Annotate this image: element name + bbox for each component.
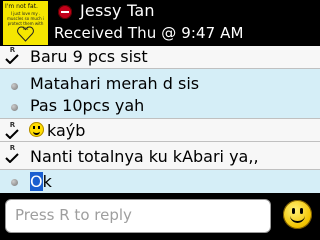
- received-timestamp: Received Thu @ 9:47 AM: [54, 24, 244, 42]
- read-status-icon: R: [9, 121, 16, 129]
- message-text: Ok: [30, 172, 52, 191]
- compose-bar: Press R to reply: [0, 193, 320, 240]
- smiley-mouth: [290, 215, 305, 223]
- message-row[interactable]: R Baru 9 pcs sist: [0, 46, 320, 69]
- message-text: Nanti totalnya ku kAbari ya,,: [30, 147, 259, 166]
- message-row[interactable]: Matahari merah d sis Pas 10pcs yah: [0, 69, 320, 119]
- message-text: Baru 9 pcs sist: [30, 47, 148, 66]
- delivered-check-icon: [5, 129, 19, 139]
- smiley-eye: [300, 208, 303, 214]
- received-bullet-icon: [11, 179, 18, 186]
- reply-placeholder: Press R to reply: [15, 206, 132, 224]
- read-status-icon: R: [9, 46, 16, 54]
- message-text: Matahari merah d sis: [30, 74, 200, 93]
- busy-status-icon: [58, 5, 72, 19]
- delivered-check-icon: [5, 54, 19, 64]
- conversation-header: I'm not fat. I just love my . muscles so…: [0, 0, 320, 46]
- received-bullet-icon: [11, 83, 18, 90]
- text-cursor-selection: O: [30, 172, 43, 191]
- message-text: kaýb: [47, 121, 86, 140]
- message-row[interactable]: Ok: [0, 170, 320, 193]
- received-bullet-icon: [11, 104, 18, 111]
- smiley-eye: [292, 208, 295, 214]
- message-text-line-2: Pas 10pcs yah: [30, 96, 145, 115]
- smiley-emoticon-icon: [29, 122, 44, 137]
- contact-name: Jessy Tan: [80, 1, 155, 20]
- message-text-rest: k: [42, 172, 52, 191]
- smiley-icon[interactable]: [283, 200, 312, 229]
- message-row[interactable]: R kaýb: [0, 119, 320, 142]
- avatar-title-text: I'm not fat.: [5, 3, 38, 10]
- read-status-icon: R: [9, 144, 16, 152]
- contact-avatar[interactable]: I'm not fat. I just love my . muscles so…: [3, 1, 48, 45]
- heart-icon: [17, 26, 34, 42]
- message-row[interactable]: R Nanti totalnya ku kAbari ya,,: [0, 142, 320, 170]
- reply-input[interactable]: Press R to reply: [5, 199, 271, 233]
- delivered-check-icon: [5, 153, 19, 163]
